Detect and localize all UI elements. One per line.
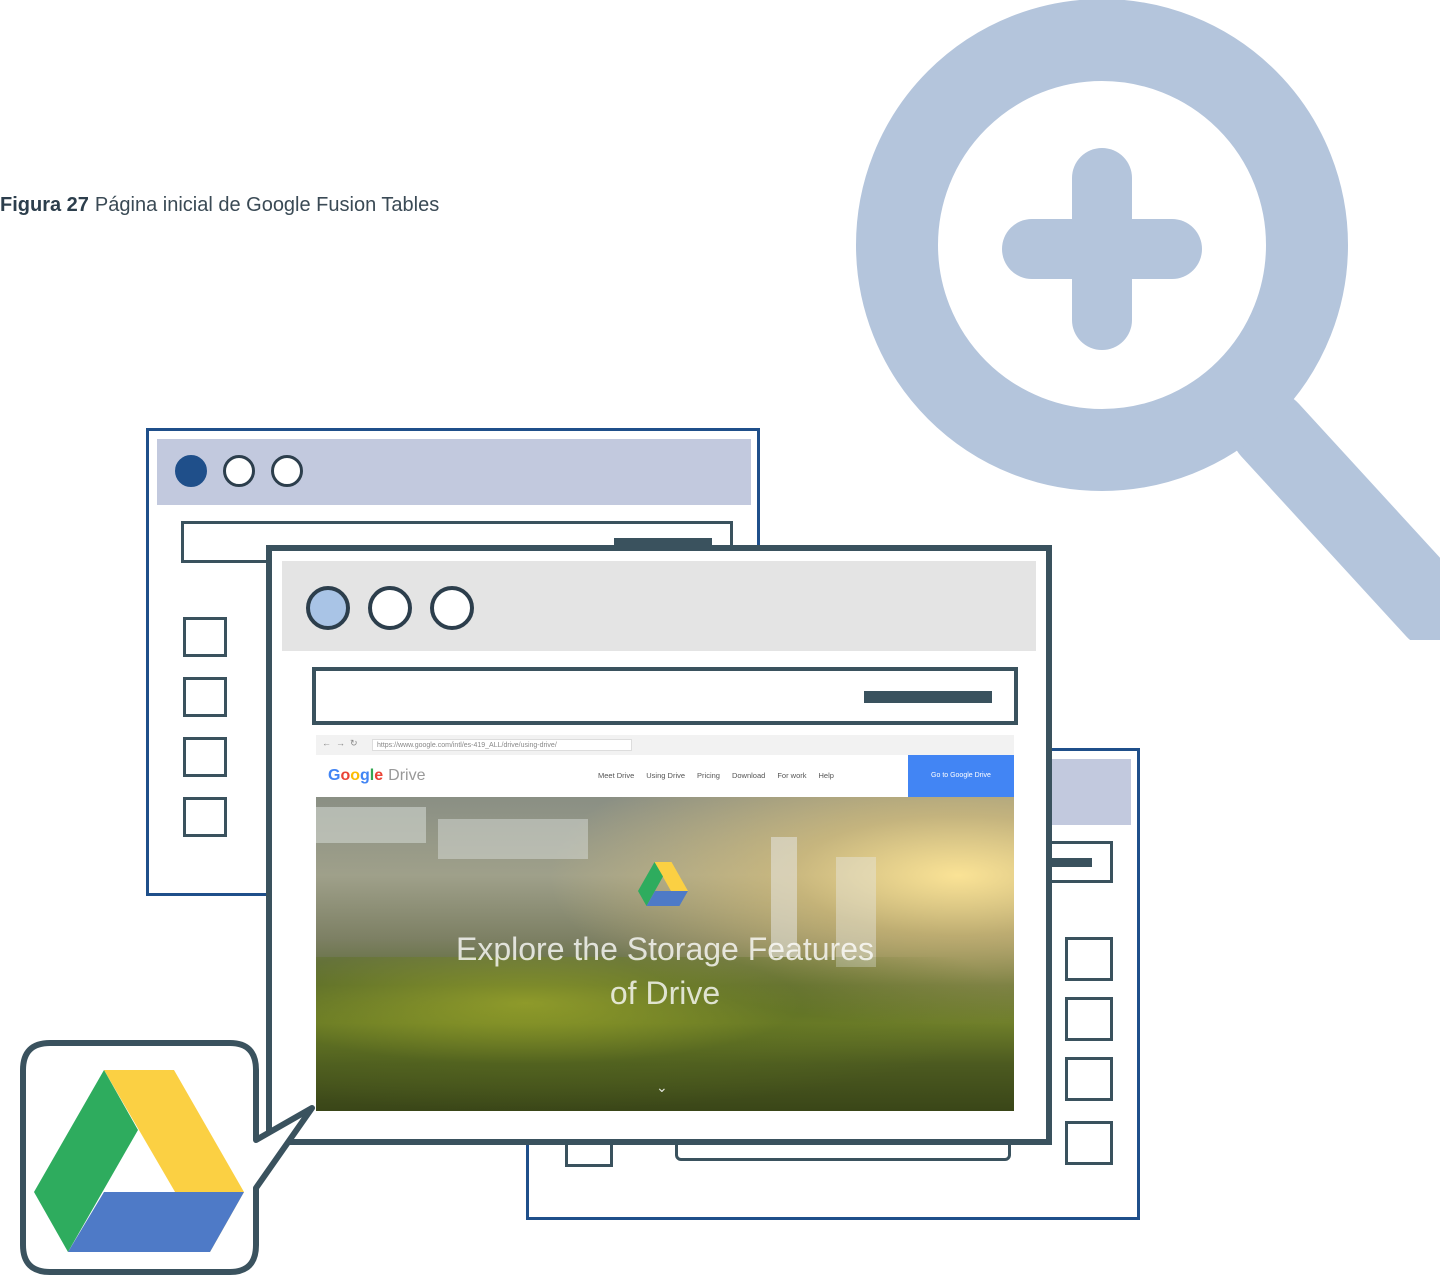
checkbox-placeholder	[1065, 937, 1113, 981]
drive-nav-links: Meet Drive Using Drive Pricing Download …	[598, 771, 834, 780]
logo-letter: o	[350, 767, 361, 784]
screenshot-address: https://www.google.com/intl/es-419_ALL/d…	[372, 739, 632, 751]
browser-chrome: ← → ↻ https://www.google.com/intl/es-419…	[316, 735, 1014, 756]
nav-link-pricing: Pricing	[697, 771, 720, 780]
address-bar-pill	[864, 691, 992, 703]
logo-letter: o	[340, 767, 351, 784]
window-control-dot-icon	[271, 455, 303, 487]
logo-suffix: Drive	[388, 767, 426, 784]
figure-title: Página inicial de Google Fusion Tables	[94, 194, 440, 216]
window-control-dot-icon	[223, 455, 255, 487]
checkbox-placeholder	[1065, 997, 1113, 1041]
hero-image: Explore the Storage Features of Drive ⌄	[316, 797, 1014, 1111]
figure-label: Figura 27	[0, 194, 89, 216]
checkbox-placeholder	[183, 617, 227, 657]
back-arrow-icon: ←	[322, 738, 331, 748]
logo-letter: G	[328, 767, 341, 784]
checkbox-placeholder	[183, 737, 227, 777]
address-bar	[312, 667, 1018, 725]
google-drive-bubble-icon	[20, 1040, 315, 1275]
hero-title-line1: Explore the Storage Features	[455, 931, 874, 967]
google-drive-icon	[638, 862, 688, 906]
checkbox-placeholder	[183, 677, 227, 717]
checkbox-placeholder	[183, 797, 227, 837]
hero-window-reflection	[438, 819, 588, 859]
logo-letter: e	[374, 767, 384, 784]
nav-link-using-drive: Using Drive	[646, 771, 686, 780]
nav-link-for-work: For work	[777, 771, 807, 780]
drive-header: Google Drive Meet Drive Using Drive Prici…	[316, 755, 1014, 797]
window-control-dot-icon	[175, 455, 207, 487]
nav-link-meet-drive: Meet Drive	[598, 771, 635, 780]
forward-arrow-icon: →	[336, 738, 345, 748]
window-control-dot-icon	[368, 586, 412, 630]
nav-link-help: Help	[818, 771, 834, 780]
reload-icon: ↻	[350, 738, 358, 748]
figure-caption: Figura 27 Página inicial de Google Fusion…	[0, 194, 439, 217]
nav-link-download: Download	[731, 771, 766, 780]
window-control-dot-icon	[430, 586, 474, 630]
google-drive-screenshot: ← → ↻ https://www.google.com/intl/es-419…	[316, 735, 1014, 1111]
checkbox-placeholder	[1065, 1121, 1113, 1165]
chevron-down-icon: ⌄	[656, 1079, 668, 1095]
hero-title: Explore the Storage Features of Drive	[316, 927, 1014, 1015]
checkbox-placeholder	[1065, 1057, 1113, 1101]
hero-window-reflection	[316, 807, 426, 843]
go-to-drive-button: Go to Google Drive	[908, 755, 1014, 797]
magnifier-zoom-in-icon	[856, 0, 1440, 640]
hero-title-line2: of Drive	[609, 975, 721, 1011]
browser-window-front: ← → ↻ https://www.google.com/intl/es-419…	[266, 545, 1052, 1145]
google-drive-logo: Google Drive	[328, 767, 426, 785]
logo-letter: g	[360, 767, 370, 784]
window-control-dot-icon	[306, 586, 350, 630]
